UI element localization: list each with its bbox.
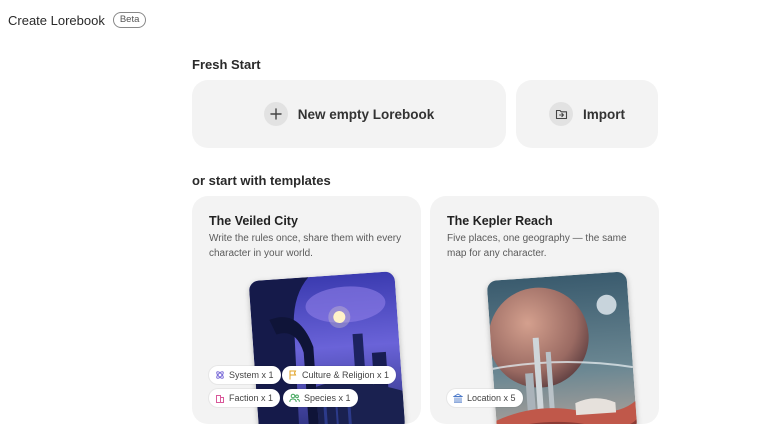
building-icon: [216, 395, 224, 403]
flag-icon: [289, 370, 297, 380]
landmark-icon: [453, 393, 463, 403]
tag-chip: Culture & Religion x 1: [282, 366, 397, 384]
tag-chip: Faction x 1: [209, 389, 281, 407]
page-header: Create Lorebook Beta: [8, 12, 147, 28]
templates-heading: or start with templates: [192, 173, 331, 188]
template-card-veiled-city[interactable]: The Veiled City Write the rules once, sh…: [192, 196, 421, 424]
plus-icon: [263, 102, 288, 126]
fresh-start-heading: Fresh Start: [192, 57, 261, 72]
folder-import-icon: [549, 102, 573, 126]
template-description: Five places, one geography — the same ma…: [447, 233, 627, 259]
template-description: Write the rules once, share them with ev…: [209, 233, 402, 259]
beta-badge: Beta: [112, 12, 147, 28]
atom-icon: [216, 371, 224, 379]
template-title: The Veiled City: [209, 214, 298, 228]
import-button[interactable]: Import: [516, 80, 658, 148]
import-label: Import: [583, 106, 625, 122]
new-empty-lorebook-label: New empty Lorebook: [297, 106, 435, 122]
template-title: The Kepler Reach: [447, 214, 553, 228]
page-title: Create Lorebook: [8, 12, 105, 28]
people-icon: [289, 393, 300, 403]
new-empty-lorebook-button[interactable]: New empty Lorebook: [192, 80, 506, 148]
template-card-kepler-reach[interactable]: The Kepler Reach Five places, one geogra…: [430, 196, 659, 424]
tag-chip: System x 1: [209, 366, 281, 384]
tag-chip: Location x 5: [447, 389, 523, 407]
tag-chip: Species x 1: [283, 389, 358, 407]
